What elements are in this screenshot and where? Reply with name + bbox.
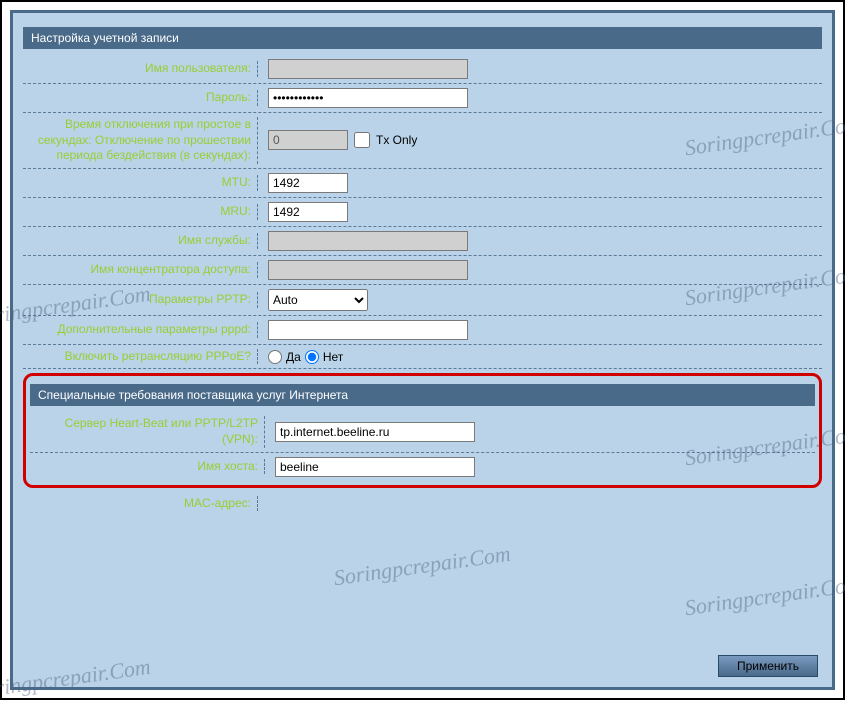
username-input[interactable]: [268, 59, 468, 79]
pptp-select[interactable]: Auto: [268, 289, 368, 311]
mtu-input[interactable]: [268, 173, 348, 193]
txonly-label: Tx Only: [376, 133, 417, 147]
service-input[interactable]: [268, 231, 468, 251]
pppd-label: Дополнительные параметры pppd:: [23, 322, 258, 338]
section-account-title: Настройка учетной записи: [23, 27, 822, 49]
relay-no-radio[interactable]: [305, 350, 319, 364]
relay-yes-radio[interactable]: [268, 350, 282, 364]
txonly-checkbox[interactable]: [354, 132, 370, 148]
password-label: Пароль:: [23, 90, 258, 106]
relay-label: Включить ретрансляцию PPPoE?: [23, 349, 258, 365]
watermark: Soringpcrepair.Com: [683, 571, 845, 622]
mru-label: MRU:: [23, 204, 258, 220]
mac-label: MAC-адрес:: [23, 496, 258, 512]
hostname-label: Имя хоста:: [30, 459, 265, 475]
mtu-label: MTU:: [23, 175, 258, 191]
settings-panel: Настройка учетной записи Имя пользовател…: [10, 10, 835, 690]
watermark: Soringpcrepair.Com: [0, 654, 152, 704]
relay-yes-label: Да: [286, 350, 301, 364]
heartbeat-input[interactable]: [275, 422, 475, 442]
password-input[interactable]: [268, 88, 468, 108]
section-isp-title: Специальные требования поставщика услуг …: [30, 384, 815, 406]
relay-no-label: Нет: [323, 350, 343, 364]
idle-input[interactable]: [268, 130, 348, 150]
pptp-label: Параметры PPTP:: [23, 292, 258, 308]
mru-input[interactable]: [268, 202, 348, 222]
isp-highlight-box: Специальные требования поставщика услуг …: [23, 373, 822, 487]
pppd-input[interactable]: [268, 320, 468, 340]
heartbeat-label: Сервер Heart-Beat или PPTP/L2TP (VPN):: [30, 416, 265, 447]
idle-label: Время отключения при простое в секундах:…: [23, 117, 258, 164]
apply-button[interactable]: Применить: [718, 655, 818, 677]
concentrator-input[interactable]: [268, 260, 468, 280]
concentrator-label: Имя концентратора доступа:: [23, 262, 258, 278]
service-label: Имя службы:: [23, 233, 258, 249]
username-label: Имя пользователя:: [23, 61, 258, 77]
watermark: Soringpcrepair.Com: [332, 541, 512, 592]
hostname-input[interactable]: [275, 457, 475, 477]
